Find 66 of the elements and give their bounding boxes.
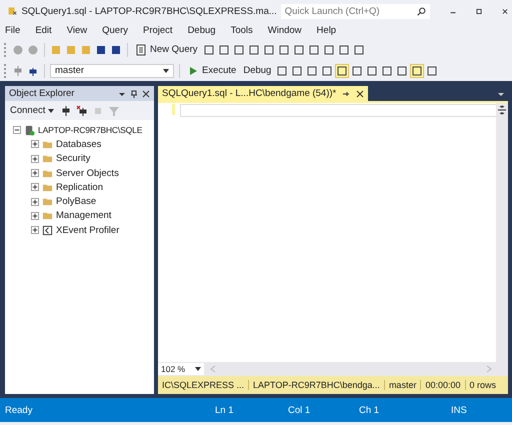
tree-item[interactable]: LAPTOP-RC9R7BHC\SQLE [38, 125, 142, 136]
expand-icon[interactable] [31, 226, 39, 234]
zoom-dropdown[interactable]: 102 % [158, 363, 204, 375]
close-icon[interactable] [356, 90, 364, 98]
disconnect-icon[interactable] [76, 104, 88, 116]
menu-item[interactable]: Help [316, 25, 336, 36]
execute-button[interactable]: Execute [185, 64, 238, 76]
tree-item[interactable]: PolyBase [56, 196, 96, 208]
menu-item[interactable]: Project [142, 25, 173, 36]
insert-mode: INS [451, 404, 467, 416]
tree-item[interactable]: Replication [56, 182, 103, 193]
caret-icon [48, 108, 54, 112]
menu-item[interactable]: Debug [188, 25, 216, 36]
play-icon [187, 64, 199, 76]
tree-item[interactable]: XEvent Profiler [56, 224, 120, 236]
maximize-icon[interactable] [476, 6, 482, 16]
expand-icon[interactable] [31, 169, 39, 178]
caret-icon [163, 68, 169, 72]
menu-item[interactable]: File [5, 25, 20, 36]
close-icon[interactable] [142, 90, 150, 98]
status-text: 0 rows [468, 380, 498, 390]
document-tab[interactable]: SQLQuery1.sql - L...HC\bendgame (54))* [158, 86, 368, 101]
expand-icon[interactable] [31, 198, 39, 206]
plug-icon[interactable] [60, 104, 72, 116]
tree-item[interactable]: Security [56, 153, 90, 164]
status-text: LAPTOP-RC9R7BHC\bendga... [249, 380, 385, 390]
new-query-button[interactable]: New Query [133, 44, 200, 56]
split-icon[interactable] [497, 105, 507, 115]
server-icon [24, 124, 35, 136]
connect-button[interactable]: Connect [8, 105, 56, 116]
column-number: Col 1 [288, 404, 312, 416]
panel-title: Object Explorer [9, 88, 74, 99]
menu-item[interactable]: Tools [230, 25, 253, 36]
expand-icon[interactable] [31, 154, 39, 163]
expand-icon[interactable] [31, 183, 39, 192]
folder-icon [42, 153, 53, 164]
character-number: Ch 1 [359, 404, 380, 416]
folder-icon [42, 196, 53, 208]
status-text: master [384, 380, 422, 390]
line-number: Ln 1 [215, 404, 234, 416]
menu-item[interactable]: Window [268, 25, 302, 36]
folder-icon [42, 210, 53, 222]
pin-icon[interactable] [342, 90, 350, 98]
status-text: Ready [5, 404, 34, 416]
quick-launch-field[interactable]: Quick Launch (Ctrl+Q) [280, 4, 430, 18]
tree-item[interactable]: Databases [56, 138, 102, 150]
status-text: IC\SQLEXPRESS ... [158, 380, 250, 390]
expand-icon[interactable] [31, 140, 39, 148]
profiler-icon [42, 224, 53, 236]
expand-icon[interactable] [31, 212, 39, 220]
document-icon [135, 44, 147, 56]
menu-item[interactable]: View [66, 25, 88, 36]
caret-icon [195, 367, 201, 371]
close-icon[interactable] [502, 6, 508, 16]
menu-item[interactable]: Edit [35, 25, 52, 36]
status-text: 00:00:00 [421, 380, 466, 390]
database-dropdown[interactable]: master [50, 64, 174, 78]
collapse-icon[interactable] [13, 126, 21, 134]
vertical-scrollbar[interactable] [496, 103, 508, 362]
pin-icon[interactable] [130, 90, 138, 98]
menu-item[interactable]: Query [102, 25, 128, 36]
tree-item[interactable]: Server Objects [56, 168, 119, 179]
search-icon [416, 6, 426, 16]
debug-button[interactable]: Debug [241, 65, 274, 76]
tree-item[interactable]: Management [56, 210, 112, 222]
window-title: SQLQuery1.sql - LAPTOP-RC9R7BHC\SQLEXPRESS.ma... [21, 6, 277, 16]
